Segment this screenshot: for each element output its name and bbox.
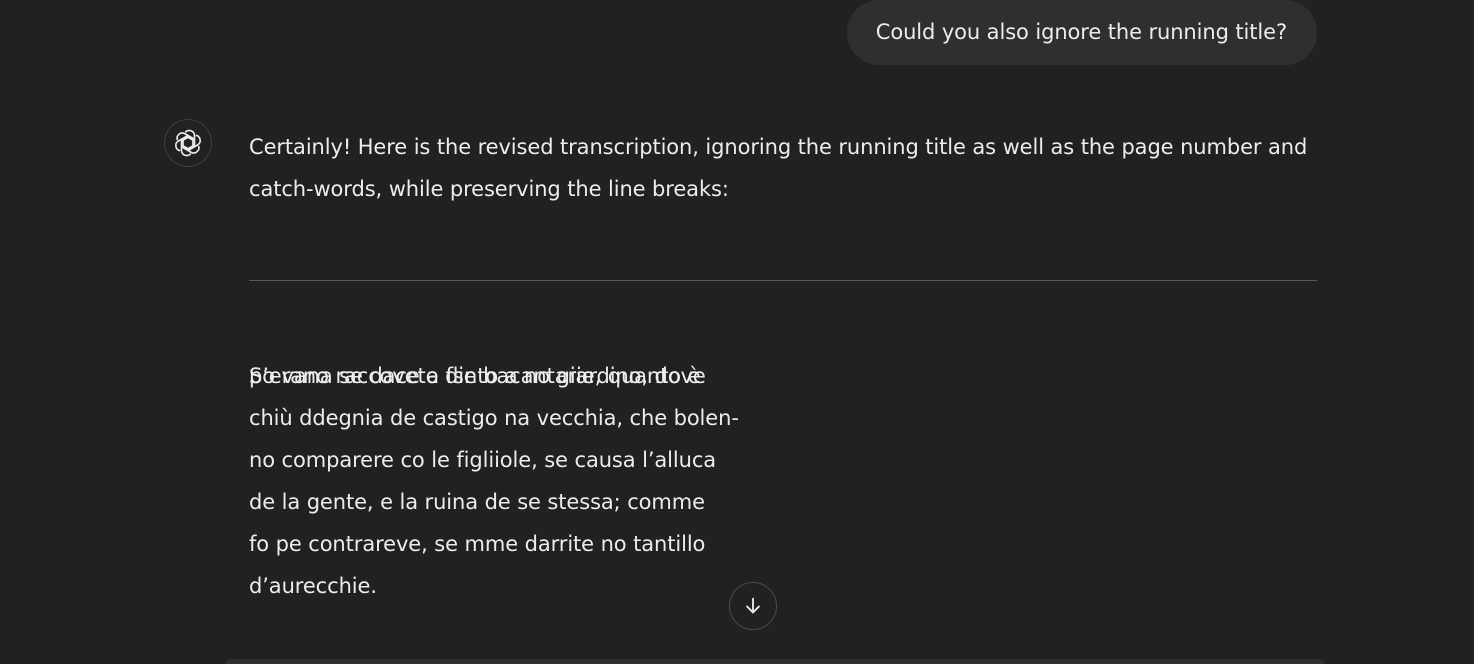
assistant-message: Certainly! Here is the revised transcrip…: [249, 126, 1329, 210]
transcription-line: d’aurecchie.: [249, 574, 377, 598]
assistant-avatar: [164, 119, 212, 167]
assistant-intro-line: Certainly! Here is the revised transcrip…: [249, 135, 1308, 159]
user-message-text: Could you also ignore the running title?: [875, 20, 1287, 44]
scroll-to-bottom-button[interactable]: [729, 582, 777, 630]
assistant-intro-line: catch-words, while preserving the line b…: [249, 177, 729, 201]
transcription-line: chiù ddegnia de castigo na vecchia, che …: [249, 406, 739, 430]
transcription-line: fo pe contrareve, se mme darrite no tant…: [249, 532, 706, 556]
arrow-down-icon: [742, 595, 764, 617]
chat-view: Could you also ignore the running title?…: [0, 0, 1474, 664]
transcription-line: no comparere co le figliiole, se causa l…: [249, 448, 717, 472]
transcription-next-paragraph: S’erano raccovete dinto a no giardino, d…: [249, 364, 706, 388]
user-message-bubble: Could you also ignore the running title?: [846, 0, 1317, 65]
transcription-line: de la gente, e la ruina de se stessa; co…: [249, 490, 705, 514]
openai-logo-icon: [173, 128, 203, 158]
composer-top-edge: [225, 659, 1325, 664]
horizontal-divider: [249, 280, 1317, 281]
